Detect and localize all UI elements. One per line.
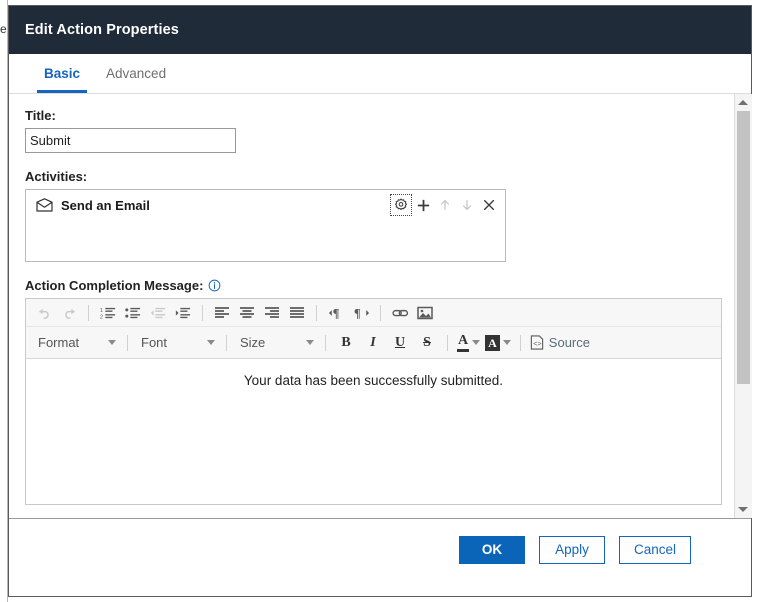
chevron-down-icon: [108, 340, 116, 345]
align-justify-icon[interactable]: [285, 302, 309, 324]
remove-activity-icon[interactable]: [479, 195, 499, 215]
svg-text:<>: <>: [533, 341, 541, 348]
background-page-edge: [0, 0, 8, 602]
chevron-down-icon: [472, 340, 481, 345]
text-direction-rtl-icon[interactable]: ¶: [349, 302, 373, 324]
link-icon[interactable]: [388, 302, 412, 324]
svg-text:2: 2: [100, 314, 103, 320]
tab-advanced-label: Advanced: [106, 66, 167, 81]
edit-action-properties-dialog: Edit Action Properties Basic Advanced Ti…: [8, 5, 752, 597]
rich-text-editor: 1 2 ¶ ¶ Format Font Size B I U S A A <> …: [25, 298, 722, 505]
activities-label: Activities:: [25, 169, 718, 184]
info-circle-icon[interactable]: [208, 279, 221, 292]
tab-bar: Basic Advanced: [9, 54, 751, 94]
tab-basic[interactable]: Basic: [31, 54, 93, 93]
dialog-footer: OK Apply Cancel: [9, 518, 751, 596]
svg-text:¶: ¶: [353, 306, 360, 319]
chevron-down-icon: [502, 340, 511, 345]
cancel-button[interactable]: Cancel: [618, 535, 691, 564]
add-activity-icon[interactable]: [413, 195, 433, 215]
scrollbar-thumb[interactable]: [736, 111, 750, 384]
apply-button[interactable]: Apply: [538, 535, 605, 564]
text-direction-ltr-icon[interactable]: ¶: [324, 302, 348, 324]
align-center-icon[interactable]: [235, 302, 259, 324]
activities-label-text: Activities:: [25, 169, 88, 184]
chevron-down-icon: [207, 340, 215, 345]
dialog-titlebar: Edit Action Properties: [9, 6, 751, 54]
completion-message-label: Action Completion Message:: [25, 278, 718, 293]
image-icon[interactable]: [413, 302, 437, 324]
toolbar-separator: [226, 334, 227, 351]
toolbar-separator: [519, 334, 521, 351]
bold-button[interactable]: B: [333, 332, 359, 354]
align-right-icon[interactable]: [260, 302, 284, 324]
title-label-text: Title:: [25, 108, 56, 123]
activity-list-item[interactable]: Send an Email: [26, 190, 505, 220]
dialog-scrollbar[interactable]: [734, 94, 752, 518]
underline-button[interactable]: U: [387, 332, 413, 354]
background-color-swatch: A: [485, 334, 500, 351]
scroll-down-arrow-icon[interactable]: [734, 501, 752, 518]
dialog-body: Title: Activities: Send an Email: [9, 94, 734, 518]
editor-content-area[interactable]: Your data has been successfully submitte…: [26, 359, 721, 504]
format-dropdown[interactable]: Format: [32, 331, 120, 355]
activities-list: Send an Email: [25, 189, 506, 262]
source-button-label: Source: [548, 335, 590, 350]
undo-icon[interactable]: [32, 302, 56, 324]
format-dropdown-label: Format: [38, 335, 80, 350]
move-down-icon[interactable]: [457, 195, 477, 215]
toolbar-separator: [202, 304, 203, 321]
text-color-button[interactable]: A: [455, 332, 482, 354]
ok-button[interactable]: OK: [458, 535, 525, 564]
triangle-down: [738, 507, 748, 512]
background-color-button[interactable]: A: [483, 332, 513, 354]
font-dropdown[interactable]: Font: [135, 331, 219, 355]
toolbar-separator: [447, 334, 448, 351]
toolbar-separator: [380, 304, 381, 321]
toolbar-separator: [316, 304, 317, 321]
title-label: Title:: [25, 108, 718, 123]
editor-toolbar-row-1: 1 2 ¶ ¶: [26, 299, 721, 327]
decrease-indent-icon[interactable]: [146, 302, 170, 324]
size-dropdown[interactable]: Size: [234, 331, 318, 355]
align-left-icon[interactable]: [210, 302, 234, 324]
code-document-icon: <>: [530, 335, 544, 350]
activity-name: Send an Email: [61, 197, 150, 213]
scroll-up-arrow-icon[interactable]: [734, 94, 752, 111]
toolbar-separator: [325, 334, 326, 351]
toolbar-separator: [88, 304, 89, 321]
chevron-down-icon: [306, 340, 314, 345]
svg-text:1: 1: [100, 308, 103, 314]
strikethrough-button[interactable]: S: [414, 332, 440, 354]
toolbar-separator: [127, 334, 128, 351]
tab-advanced[interactable]: Advanced: [93, 54, 179, 93]
editor-content-text: Your data has been successfully submitte…: [243, 373, 504, 388]
background-page-text: e: [0, 22, 7, 36]
title-input[interactable]: [25, 128, 236, 153]
size-dropdown-label: Size: [240, 335, 266, 350]
increase-indent-icon[interactable]: [171, 302, 195, 324]
envelope-icon: [36, 198, 53, 212]
dialog-title: Edit Action Properties: [25, 22, 179, 38]
svg-text:¶: ¶: [332, 306, 339, 319]
font-dropdown-label: Font: [141, 335, 168, 350]
activity-toolbar: [390, 194, 499, 216]
settings-gear-icon[interactable]: [390, 194, 412, 216]
text-color-swatch: A: [457, 333, 470, 352]
bulleted-list-icon[interactable]: [121, 302, 145, 324]
tab-basic-label: Basic: [44, 66, 81, 81]
triangle-up: [738, 100, 748, 105]
move-up-icon[interactable]: [435, 195, 455, 215]
source-button[interactable]: <> Source: [528, 332, 592, 354]
redo-icon[interactable]: [57, 302, 81, 324]
numbered-list-icon[interactable]: 1 2: [96, 302, 120, 324]
scrollbar-track[interactable]: [734, 111, 752, 501]
italic-button[interactable]: I: [360, 332, 386, 354]
completion-message-label-text: Action Completion Message:: [25, 278, 204, 293]
dialog-body-wrapper: Title: Activities: Send an Email: [9, 94, 752, 518]
editor-toolbar-row-2: Format Font Size B I U S A A <> Source: [26, 327, 721, 359]
